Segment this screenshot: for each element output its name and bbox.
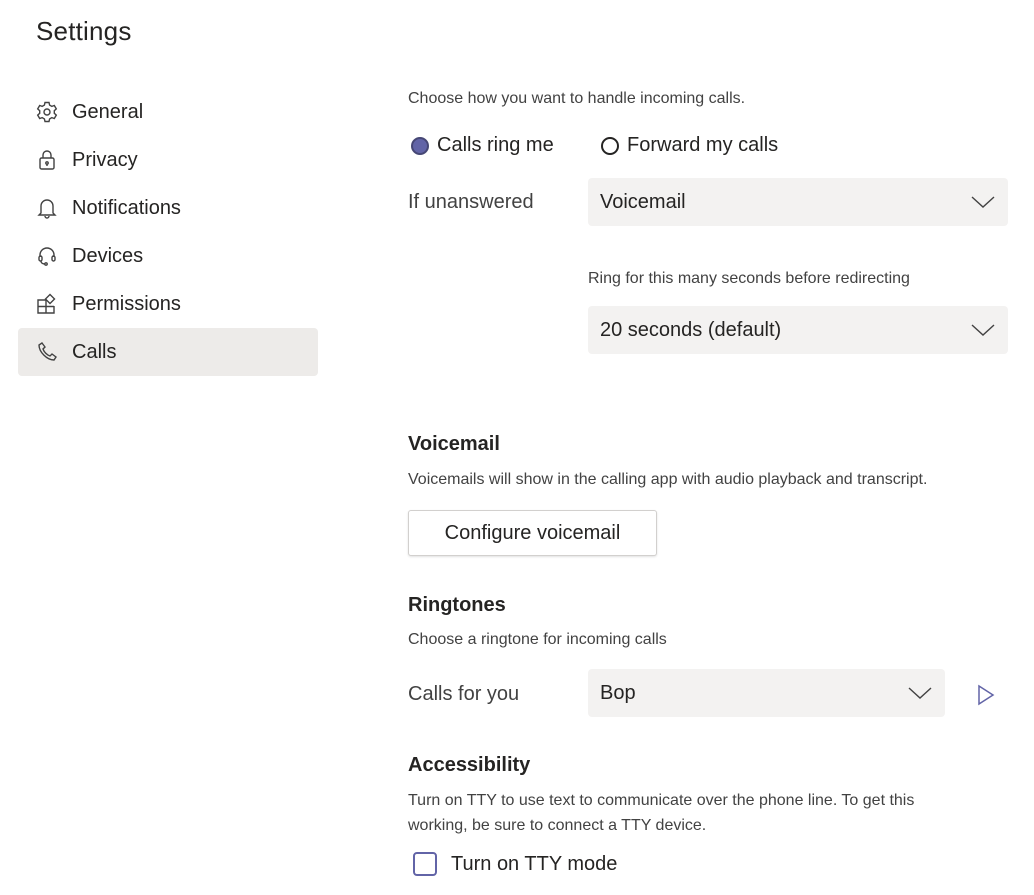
sidebar-item-calls[interactable]: Calls bbox=[18, 328, 318, 376]
sidebar-item-permissions[interactable]: Permissions bbox=[18, 280, 318, 328]
voicemail-description: Voicemails will show in the calling app … bbox=[408, 471, 928, 488]
accessibility-heading: Accessibility bbox=[408, 754, 531, 776]
calls-for-you-label: Calls for you bbox=[408, 683, 520, 705]
checkbox-label: Turn on TTY mode bbox=[451, 852, 618, 875]
radio-calls-ring-me[interactable]: Calls ring me bbox=[411, 134, 554, 157]
dropdown-value: Bop bbox=[600, 681, 636, 704]
radio-label: Calls ring me bbox=[437, 134, 554, 156]
sidebar-item-general[interactable]: General bbox=[18, 88, 318, 136]
if-unanswered-label: If unanswered bbox=[408, 191, 534, 213]
voicemail-heading: Voicemail bbox=[408, 433, 500, 455]
gear-icon bbox=[34, 99, 60, 125]
phone-icon bbox=[34, 339, 60, 365]
ringtone-dropdown[interactable]: Bop bbox=[588, 669, 945, 717]
play-ringtone-button[interactable] bbox=[976, 684, 996, 706]
configure-voicemail-button[interactable]: Configure voicemail bbox=[408, 510, 657, 556]
headset-icon bbox=[34, 243, 60, 269]
ring-seconds-label: Ring for this many seconds before redire… bbox=[588, 270, 910, 287]
chevron-down-icon bbox=[971, 324, 995, 336]
sidebar-item-label: Privacy bbox=[72, 148, 138, 171]
tty-mode-checkbox[interactable]: Turn on TTY mode bbox=[413, 852, 617, 876]
radio-label: Forward my calls bbox=[627, 134, 779, 156]
sidebar-item-label: General bbox=[72, 100, 144, 123]
radio-forward-my-calls[interactable]: Forward my calls bbox=[601, 134, 778, 157]
radio-unchecked-icon bbox=[601, 136, 619, 155]
accessibility-description-line2: working, be sure to connect a TTY device… bbox=[408, 817, 707, 834]
page-title: Settings bbox=[36, 16, 132, 46]
sidebar-item-label: Notifications bbox=[72, 196, 181, 219]
sidebar-item-label: Calls bbox=[72, 340, 117, 363]
sidebar-item-notifications[interactable]: Notifications bbox=[18, 184, 318, 232]
play-icon bbox=[978, 684, 995, 706]
lock-icon bbox=[34, 147, 60, 173]
ring-seconds-dropdown[interactable]: 20 seconds (default) bbox=[588, 306, 1008, 354]
bell-icon bbox=[34, 195, 60, 221]
dropdown-value: Voicemail bbox=[600, 190, 686, 213]
accessibility-description-line1: Turn on TTY to use text to communicate o… bbox=[408, 792, 915, 809]
sidebar-item-label: Devices bbox=[72, 244, 144, 267]
chevron-down-icon bbox=[908, 687, 932, 699]
dropdown-value: 20 seconds (default) bbox=[600, 318, 782, 341]
ringtones-heading: Ringtones bbox=[408, 594, 506, 616]
apps-icon bbox=[34, 291, 60, 317]
sidebar-item-privacy[interactable]: Privacy bbox=[18, 136, 318, 184]
checkbox-unchecked-icon bbox=[413, 852, 437, 876]
chevron-down-icon bbox=[971, 196, 995, 208]
ringtones-description: Choose a ringtone for incoming calls bbox=[408, 631, 667, 648]
sidebar-item-label: Permissions bbox=[72, 292, 181, 315]
sidebar-item-devices[interactable]: Devices bbox=[18, 232, 318, 280]
radio-checked-icon bbox=[411, 136, 429, 155]
if-unanswered-dropdown[interactable]: Voicemail bbox=[588, 178, 1008, 226]
settings-sidebar: General Privacy Notifications Devices Pe… bbox=[18, 88, 318, 376]
call-handling-description: Choose how you want to handle incoming c… bbox=[408, 90, 746, 107]
